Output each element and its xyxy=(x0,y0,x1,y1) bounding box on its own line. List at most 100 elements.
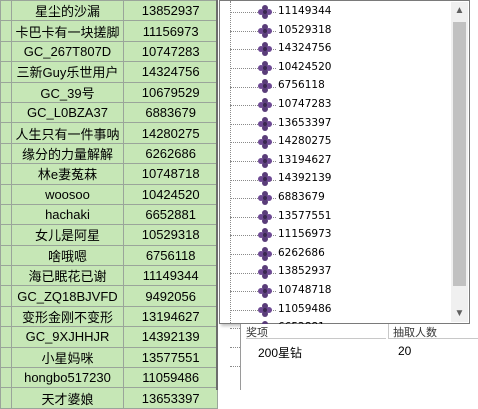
count-value: 20 xyxy=(398,344,412,358)
flower-icon xyxy=(257,190,273,206)
scroll-down-arrow[interactable]: ▼ xyxy=(451,305,468,322)
cell-prefix[interactable] xyxy=(0,326,12,348)
flower-icon xyxy=(257,41,273,57)
cell-name[interactable]: 海已眠花已谢 xyxy=(10,265,125,287)
cell-name[interactable]: 啥哦嗯 xyxy=(10,244,125,267)
cell-id[interactable]: 10679529 xyxy=(123,81,218,103)
dropdown-scrollbar[interactable]: ▲ ▼ xyxy=(451,2,468,322)
scroll-thumb[interactable] xyxy=(453,22,466,286)
flower-icon xyxy=(257,4,273,20)
cell-name[interactable]: 天才婆娘 xyxy=(10,387,125,409)
list-item[interactable]: 10748718 xyxy=(220,282,452,301)
cell-prefix[interactable] xyxy=(0,40,12,63)
list-item[interactable]: 14280275 xyxy=(220,133,452,152)
table-row: GC_9XJHHJR 14392139 xyxy=(0,326,218,348)
list-item-label: 10748718 xyxy=(278,283,332,296)
cell-id[interactable]: 13194627 xyxy=(123,305,218,328)
cell-name[interactable]: woosoo xyxy=(10,183,125,205)
cell-id[interactable]: 14280275 xyxy=(123,122,218,144)
cell-id[interactable]: 13653397 xyxy=(123,387,218,409)
list-item[interactable]: 13577551 xyxy=(220,208,452,227)
cell-prefix[interactable] xyxy=(0,122,12,144)
table-row: GC_267T807D 10747283 xyxy=(0,40,218,63)
list-item-label: 6756118 xyxy=(278,79,325,92)
cell-id[interactable]: 11059486 xyxy=(123,367,218,389)
cell-name[interactable]: 人生只有一件事呐 xyxy=(10,122,125,144)
cell-name[interactable]: 三新Guy乐世用户 xyxy=(10,61,125,83)
cell-name[interactable]: 缘分的力量解解 xyxy=(10,142,125,165)
cell-prefix[interactable] xyxy=(0,81,12,103)
cell-id[interactable]: 11156973 xyxy=(123,20,218,42)
table-row: hachaki 6652881 xyxy=(0,203,218,226)
list-item[interactable]: 11059486 xyxy=(220,301,452,320)
cell-prefix[interactable] xyxy=(0,265,12,287)
flower-icon xyxy=(257,302,273,318)
list-item[interactable]: 14324756 xyxy=(220,40,452,59)
list-item[interactable]: 13194627 xyxy=(220,152,452,171)
cell-id[interactable]: 10748718 xyxy=(123,163,218,185)
cell-name[interactable]: GC_39号 xyxy=(10,81,125,103)
cell-prefix[interactable] xyxy=(0,244,12,267)
cell-prefix[interactable] xyxy=(0,142,12,165)
cell-name[interactable]: GC_ZQ18BJVFD xyxy=(10,285,125,307)
flower-icon xyxy=(257,283,273,299)
cell-prefix[interactable] xyxy=(0,224,12,246)
cell-name[interactable]: 卡巴卡有一块搓脚 xyxy=(10,20,125,42)
list-item[interactable]: 11156973 xyxy=(220,226,452,245)
cell-id[interactable]: 13852937 xyxy=(123,0,218,22)
table-row: 海已眠花已谢 11149344 xyxy=(0,265,218,287)
list-item-label: 13194627 xyxy=(278,153,332,166)
cell-id[interactable]: 10424520 xyxy=(123,183,218,205)
cell-id[interactable]: 6262686 xyxy=(123,142,218,165)
cell-id[interactable]: 13577551 xyxy=(123,346,218,369)
cell-name[interactable]: 小星妈咪 xyxy=(10,346,125,369)
list-item[interactable]: 6883679 xyxy=(220,189,452,208)
list-item[interactable]: 11149344 xyxy=(220,3,452,22)
cell-name[interactable]: GC_9XJHHJR xyxy=(10,326,125,348)
cell-prefix[interactable] xyxy=(0,285,12,307)
list-item[interactable]: 10424520 xyxy=(220,59,452,78)
cell-id[interactable]: 6652881 xyxy=(123,203,218,226)
list-item[interactable]: 10529318 xyxy=(220,22,452,41)
cell-name[interactable]: 星尘的沙漏 xyxy=(10,0,125,22)
cell-id[interactable]: 6756118 xyxy=(123,244,218,267)
cell-id[interactable]: 6883679 xyxy=(123,101,218,124)
cell-name[interactable]: GC_L0BZA37 xyxy=(10,101,125,124)
cell-name[interactable]: GC_267T807D xyxy=(10,40,125,63)
cell-id[interactable]: 11149344 xyxy=(123,265,218,287)
cell-name[interactable]: 女儿是阿星 xyxy=(10,224,125,246)
list-item-label: 14280275 xyxy=(278,135,332,148)
table-row: 天才婆娘 13653397 xyxy=(0,387,218,409)
cell-name[interactable]: 变形金刚不变形 xyxy=(10,305,125,328)
cell-name[interactable]: hachaki xyxy=(10,203,125,226)
cell-prefix[interactable] xyxy=(0,346,12,369)
cell-id[interactable]: 10529318 xyxy=(123,224,218,246)
cell-prefix[interactable] xyxy=(0,163,12,185)
list-item[interactable]: 13653397 xyxy=(220,115,452,134)
cell-prefix[interactable] xyxy=(0,101,12,124)
list-item[interactable]: 10747283 xyxy=(220,96,452,115)
cell-prefix[interactable] xyxy=(0,203,12,226)
cell-prefix[interactable] xyxy=(0,305,12,328)
list-item[interactable]: 13852937 xyxy=(220,263,452,282)
cell-name[interactable]: hongbo517230 xyxy=(10,367,125,389)
cell-id[interactable]: 10747283 xyxy=(123,40,218,63)
cell-id[interactable]: 14324756 xyxy=(123,61,218,83)
cell-id[interactable]: 14392139 xyxy=(123,326,218,348)
list-item[interactable]: 6262686 xyxy=(220,245,452,264)
list-item-label: 13577551 xyxy=(278,209,332,222)
cell-id[interactable]: 9492056 xyxy=(123,285,218,307)
list-item[interactable]: 14392139 xyxy=(220,170,452,189)
flower-icon xyxy=(257,153,273,169)
cell-prefix[interactable] xyxy=(0,367,12,389)
scroll-up-arrow[interactable]: ▲ xyxy=(451,2,468,19)
cell-prefix[interactable] xyxy=(0,387,12,409)
cell-name[interactable]: 林e妻菟菻 xyxy=(10,163,125,185)
id-dropdown-list[interactable]: 11149344 10529318 14324756 10424520 6756118 1… xyxy=(219,0,470,373)
cell-prefix[interactable] xyxy=(0,61,12,83)
list-item[interactable]: 6756118 xyxy=(220,77,452,96)
cell-prefix[interactable] xyxy=(0,0,12,22)
table-row: hongbo517230 11059486 xyxy=(0,367,218,389)
cell-prefix[interactable] xyxy=(0,183,12,205)
cell-prefix[interactable] xyxy=(0,20,12,42)
